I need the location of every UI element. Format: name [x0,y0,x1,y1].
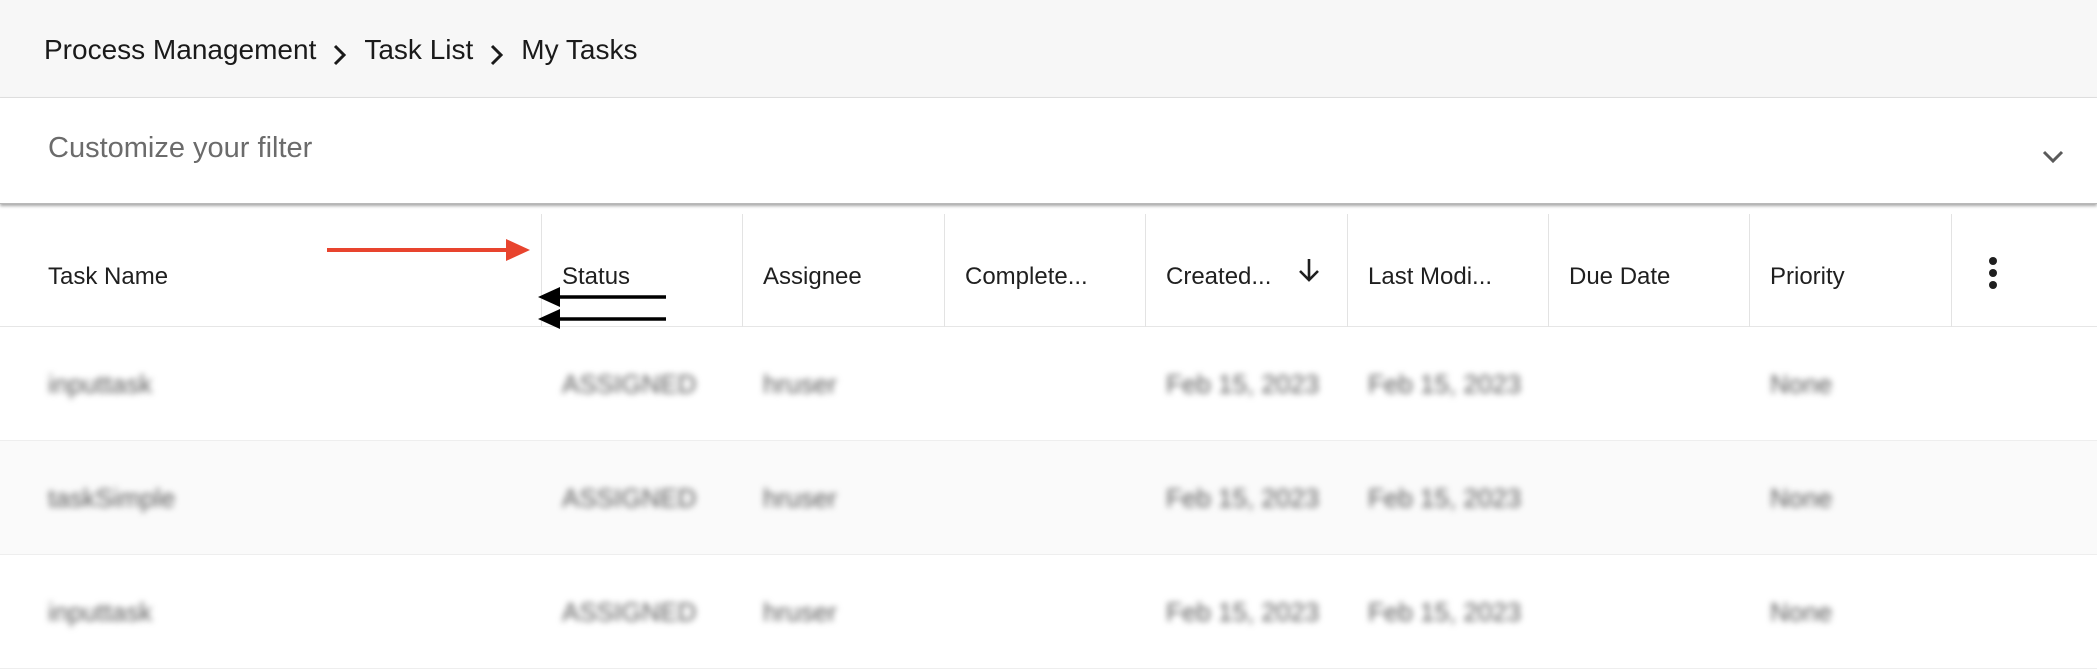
column-header-label: Assignee [763,262,862,290]
cell-assignee: hruser [763,596,837,627]
column-header-label: Status [562,262,631,290]
column-header-task-name[interactable]: Task Name [48,214,540,327]
column-header-assignee[interactable]: Assignee [742,214,944,327]
chevron-right-icon [473,35,521,75]
cell-task-name: taskSimple [48,482,176,513]
column-header-label: Priority [1770,262,1845,290]
breadcrumb: Process Management Task List My Tasks [44,30,637,70]
column-header-status[interactable]: Status [541,214,743,327]
filter-placeholder[interactable]: Customize your filter [48,132,312,165]
cell-priority: None [1770,368,1833,399]
column-header-due-date[interactable]: Due Date [1548,214,1749,327]
breadcrumb-item-task-list[interactable]: Task List [364,34,473,66]
column-header-label: Created... [1166,262,1272,290]
column-menu-cell [1951,214,2097,327]
chevron-right-icon [316,35,364,75]
cell-last-modified: Feb 15, 2023 [1368,368,1522,399]
arrow-down-icon[interactable] [1296,256,1322,284]
cell-assignee: hruser [763,482,837,513]
column-header-created[interactable]: Created... [1145,214,1347,327]
cell-created: Feb 15, 2023 [1166,368,1320,399]
filter-bar[interactable]: Customize your filter [0,98,2097,204]
breadcrumb-item-my-tasks: My Tasks [521,34,638,65]
cell-created: Feb 15, 2023 [1166,596,1320,627]
table-header-row: Task Name Status Assignee Complete... Cr… [0,214,2097,327]
cell-last-modified: Feb 15, 2023 [1368,596,1522,627]
table-row[interactable]: inputtask ASSIGNED hruser Feb 15, 2023 F… [0,555,2097,669]
cell-task-name: inputtask [48,596,153,627]
cell-status: ASSIGNED [562,368,697,399]
column-header-label: Complete... [965,262,1088,290]
cell-assignee: hruser [763,368,837,399]
cell-status: ASSIGNED [562,482,697,513]
page-header: Process Management Task List My Tasks [0,0,2097,98]
column-header-label: Task Name [48,262,169,290]
cell-status: ASSIGNED [562,596,697,627]
column-header-label: Due Date [1569,262,1671,290]
column-header-label: Last Modi... [1368,262,1493,290]
table-row[interactable]: inputtask ASSIGNED hruser Feb 15, 2023 F… [0,327,2097,441]
cell-priority: None [1770,596,1833,627]
cell-last-modified: Feb 15, 2023 [1368,482,1522,513]
cell-priority: None [1770,482,1833,513]
cell-created: Feb 15, 2023 [1166,482,1320,513]
column-header-completed[interactable]: Complete... [944,214,1145,327]
table-row[interactable]: taskSimple ASSIGNED hruser Feb 15, 2023 … [0,441,2097,555]
chevron-down-icon[interactable] [2039,142,2067,170]
cell-task-name: inputtask [48,368,153,399]
table-body: inputtask ASSIGNED hruser Feb 15, 2023 F… [0,327,2097,669]
column-header-last-modified[interactable]: Last Modi... [1347,214,1548,327]
more-vertical-icon[interactable] [1988,256,1998,290]
breadcrumb-item-process-management[interactable]: Process Management [44,34,316,66]
column-header-priority[interactable]: Priority [1749,214,1951,327]
task-table: Task Name Status Assignee Complete... Cr… [0,214,2097,669]
